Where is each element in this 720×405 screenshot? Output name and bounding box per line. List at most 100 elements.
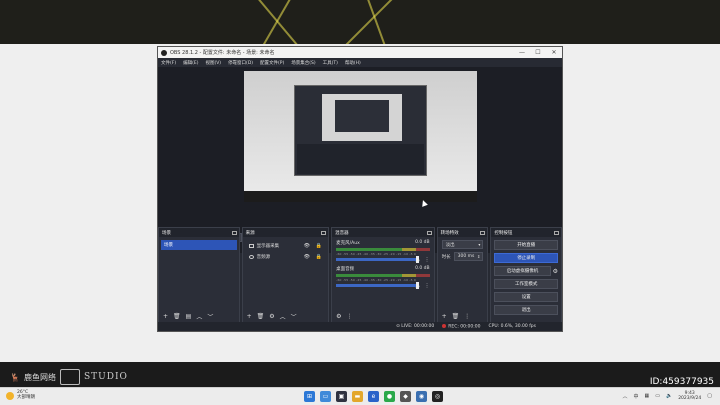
start-virtual-camera-button[interactable]: 启动虚拟摄像机	[494, 266, 551, 276]
transition-select[interactable]: 淡出 ▾	[441, 240, 484, 249]
edge-browser-icon[interactable]: e	[368, 391, 379, 402]
taskbar: 26°C 大部晴朗 ⊞ ▭ ▣ ▬ e ● ◆ ◉ ◎ ︿ 中 ▦ ▭ 🔈 9:…	[0, 387, 720, 405]
system-tray: ︿ 中 ▦ ▭ 🔈 9:43 2023/9/24 ▢	[622, 391, 712, 402]
taskbar-apps: ⊞ ▭ ▣ ▬ e ● ◆ ◉ ◎	[304, 391, 443, 402]
undock-icon[interactable]	[426, 230, 432, 235]
spin-icon: ⇕	[477, 254, 481, 259]
file-explorer-icon[interactable]: ▭	[320, 391, 331, 402]
menu-profile[interactable]: 配置文件(P)	[260, 60, 284, 66]
volume-meter	[336, 274, 430, 277]
volume-slider[interactable]	[336, 256, 419, 263]
id-label: ID:459377935	[649, 377, 714, 387]
chevron-up-icon[interactable]: ︿	[196, 312, 202, 321]
studio-mode-button[interactable]: 工作室模式	[494, 279, 559, 289]
weather-widget[interactable]: 26°C 大部晴朗	[6, 390, 35, 401]
sources-dock: 来源 显示器采集 👁 🔒 音频源 👁 🔒 + 🗑 ⚙ ︿ ﹀	[241, 227, 330, 323]
mixer-channel: 麦克风/Aux 0.0 dB -60 -55 -50 -45 -40 -35 -3…	[336, 240, 430, 263]
volume-slider[interactable]	[336, 282, 419, 289]
menu-view[interactable]: 视图(V)	[205, 60, 221, 66]
trash-icon[interactable]: 🗑	[173, 313, 181, 320]
monitor-icon	[248, 243, 254, 248]
eye-icon[interactable]: 👁	[304, 254, 310, 260]
scenes-dock: 场景 场景 + 🗑 ▤ ︿ ﹀	[158, 227, 240, 323]
status-bar: ⊙ LIVE: 00:00:00 REC: 00:00:00 CPU: 0.6%…	[158, 322, 562, 331]
preview-area: 未选择源 ⚙ 属性 ▤ 滤镜	[158, 67, 562, 253]
undock-icon[interactable]	[480, 230, 486, 235]
menu-tools[interactable]: 工具(T)	[323, 60, 338, 66]
clock[interactable]: 9:43 2023/9/24	[678, 391, 701, 402]
weather-desc: 大部晴朗	[17, 394, 35, 400]
kebab-menu-icon[interactable]: ⋮	[425, 283, 430, 289]
transitions-dock: 转场特效 淡出 ▾ 时长 300 ms ⇕ + 🗑 ⋮	[436, 227, 489, 323]
controls-dock: 控制按钮 开始直播 停止录制 启动虚拟摄像机 ⚙ 工作室模式 设置 退出	[490, 227, 563, 323]
cpu-status: CPU: 0.6%, 30.00 fps	[488, 324, 537, 329]
chevron-down-icon[interactable]: ﹀	[291, 312, 297, 321]
app-icon-blue[interactable]: ◉	[416, 391, 427, 402]
mixer-channel: 桌面音频 0.0 dB -60 -55 -50 -45 -40 -35 -30 -…	[336, 266, 430, 289]
undock-icon[interactable]	[321, 230, 327, 235]
chevron-down-icon[interactable]: ﹀	[207, 312, 213, 321]
scenes-title: 场景	[162, 230, 171, 236]
add-icon[interactable]: +	[442, 313, 447, 320]
duration-spinbox[interactable]: 300 ms ⇕	[453, 252, 484, 261]
gear-icon[interactable]: ⚙	[553, 268, 558, 275]
chevron-up-icon[interactable]: ︿	[280, 312, 286, 321]
start-streaming-button[interactable]: 开始直播	[494, 240, 559, 250]
program-preview[interactable]	[244, 71, 477, 202]
duration-label: 时长	[441, 254, 451, 260]
controls-title: 控制按钮	[494, 230, 513, 236]
advanced-audio-icon[interactable]: ⚙	[336, 313, 341, 320]
scene-item[interactable]: 场景	[161, 240, 237, 250]
filter-icon[interactable]: ▤	[186, 313, 192, 320]
add-icon[interactable]: +	[247, 313, 252, 320]
folder-icon[interactable]: ▬	[352, 391, 363, 402]
desktop-wallpaper-top	[0, 0, 720, 44]
close-button[interactable]: ✕	[546, 49, 562, 56]
kebab-menu-icon[interactable]: ⋮	[347, 313, 353, 320]
ime-indicator[interactable]: 中	[633, 393, 638, 400]
menu-scene-collection[interactable]: 场景集合(S)	[291, 60, 315, 66]
brand-name: 鹿鱼网络	[23, 372, 56, 382]
kebab-menu-icon[interactable]: ⋮	[425, 257, 430, 263]
windows-start-icon[interactable]: ⊞	[304, 391, 315, 402]
monitor-app-icon[interactable]: ▣	[336, 391, 347, 402]
app-grid-icon[interactable]: ▦	[644, 393, 649, 399]
transitions-title: 转场特效	[440, 230, 459, 236]
brand-logo-icon: 🦌	[10, 372, 20, 382]
window-title: OBS 28.1.2 - 配置文件: 未命名 - 场景: 未命名	[170, 50, 275, 56]
brand-watermark: 🦌 鹿鱼网络 STUDIO	[10, 369, 128, 385]
wechat-icon[interactable]: ●	[384, 391, 395, 402]
source-item[interactable]: 音频源 👁 🔒	[243, 251, 329, 262]
settings-button[interactable]: 设置	[494, 292, 559, 302]
trash-icon[interactable]: 🗑	[452, 313, 460, 320]
lock-icon[interactable]: 🔒	[316, 254, 322, 260]
chevron-down-icon: ▾	[478, 242, 481, 247]
undock-icon[interactable]	[554, 230, 560, 235]
docks-row: 场景 场景 + 🗑 ▤ ︿ ﹀ 来源 显示器采集 👁 🔒 音频源 👁 🔒 + 🗑…	[158, 227, 563, 323]
exit-button[interactable]: 退出	[494, 305, 559, 315]
rec-dot-icon	[442, 323, 447, 328]
lock-icon[interactable]: 🔒	[316, 243, 322, 249]
trash-icon[interactable]: 🗑	[257, 313, 265, 320]
chevron-up-icon[interactable]: ︿	[622, 393, 627, 400]
undock-icon[interactable]	[231, 230, 237, 235]
menu-docks[interactable]: 停靠窗口(D)	[228, 60, 253, 66]
app-icon[interactable]: ◆	[400, 391, 411, 402]
minimize-button[interactable]: —	[514, 49, 530, 56]
kebab-menu-icon[interactable]: ⋮	[464, 313, 470, 320]
stop-recording-button[interactable]: 停止录制	[494, 253, 559, 263]
sources-title: 来源	[245, 230, 255, 236]
network-icon[interactable]: ▭	[655, 393, 660, 399]
volume-icon[interactable]: 🔈	[666, 393, 672, 399]
notification-icon[interactable]: ▢	[707, 393, 712, 399]
add-icon[interactable]: +	[163, 313, 168, 320]
menu-help[interactable]: 帮助(H)	[345, 60, 361, 66]
source-item[interactable]: 显示器采集 👁 🔒	[243, 240, 329, 251]
menu-file[interactable]: 文件(F)	[161, 60, 176, 66]
obs-logo-icon	[161, 49, 167, 56]
menu-edit[interactable]: 编辑(E)	[183, 60, 198, 66]
gear-icon[interactable]: ⚙	[269, 313, 274, 320]
maximize-button[interactable]: ☐	[530, 49, 546, 56]
obs-taskbar-icon[interactable]: ◎	[432, 391, 443, 402]
eye-icon[interactable]: 👁	[304, 243, 310, 249]
